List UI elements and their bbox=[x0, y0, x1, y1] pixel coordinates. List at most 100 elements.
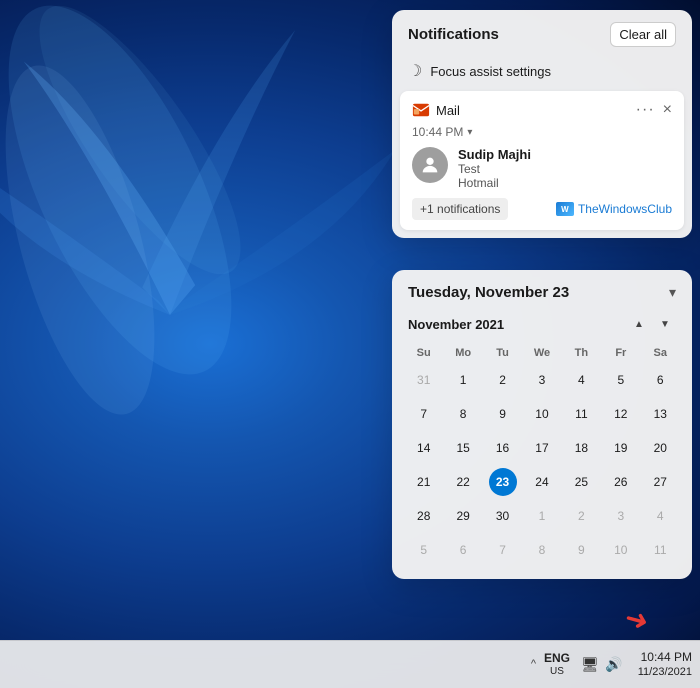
calendar-day-cell[interactable]: 13 bbox=[641, 397, 680, 431]
calendar-day-cell[interactable]: 6 bbox=[641, 363, 680, 397]
watermark-icon: W bbox=[556, 202, 574, 216]
calendar-day-cell[interactable]: 8 bbox=[443, 397, 482, 431]
calendar-day-cell[interactable]: 2 bbox=[562, 499, 601, 533]
notification-panel: Notifications Clear all ☽ Focus assist s… bbox=[392, 10, 692, 238]
calendar-date-title: Tuesday, November 23 bbox=[408, 284, 569, 301]
calendar-month-title: November 2021 bbox=[408, 317, 504, 332]
time-chevron-icon[interactable]: ▾ bbox=[467, 127, 472, 138]
notification-time-row: 10:44 PM ▾ bbox=[412, 125, 672, 139]
calendar-day-cell[interactable]: 18 bbox=[562, 431, 601, 465]
notification-time: 10:44 PM bbox=[412, 125, 463, 139]
sender-name: Sudip Majhi bbox=[458, 147, 672, 162]
weekday-header-su: Su bbox=[404, 343, 443, 363]
notification-header: Notifications Clear all bbox=[392, 10, 692, 55]
calendar-day-cell[interactable]: 1 bbox=[443, 363, 482, 397]
moon-icon: ☽ bbox=[408, 61, 422, 81]
calendar-day-cell[interactable]: 11 bbox=[562, 397, 601, 431]
notification-content: Sudip Majhi Test Hotmail bbox=[412, 147, 672, 190]
calendar-week-row: 21222324252627 bbox=[404, 465, 680, 499]
taskbar: ^ ENG US 🖥 🔊 10:44 PM 11/23/2021 bbox=[0, 640, 700, 688]
calendar-day-cell[interactable]: 21 bbox=[404, 465, 443, 499]
calendar-day-cell[interactable]: 10 bbox=[522, 397, 561, 431]
calendar-day-cell[interactable]: 3 bbox=[522, 363, 561, 397]
watermark: W TheWindowsClub bbox=[556, 202, 672, 216]
calendar-day-cell[interactable]: 19 bbox=[601, 431, 640, 465]
app-name-label: Mail bbox=[436, 103, 460, 118]
calendar-chevron-icon: ▾ bbox=[669, 284, 676, 301]
card-actions: ··· × bbox=[636, 101, 672, 119]
notifications-title: Notifications bbox=[408, 26, 499, 43]
weekday-header-fr: Fr bbox=[601, 343, 640, 363]
language-code: ENG bbox=[544, 651, 570, 665]
calendar-day-cell[interactable]: 11 bbox=[641, 533, 680, 567]
weekday-header-tu: Tu bbox=[483, 343, 522, 363]
volume-icon[interactable]: 🔊 bbox=[604, 654, 624, 674]
calendar-day-cell[interactable]: 12 bbox=[601, 397, 640, 431]
calendar-day-cell[interactable]: 9 bbox=[562, 533, 601, 567]
calendar-day-cell[interactable]: 10 bbox=[601, 533, 640, 567]
mail-icon bbox=[412, 101, 430, 119]
calendar-navigation: ▲ ▼ bbox=[628, 313, 676, 335]
calendar-panel: Tuesday, November 23 ▾ November 2021 ▲ ▼… bbox=[392, 270, 692, 579]
weekday-header-mo: Mo bbox=[443, 343, 482, 363]
taskbar-system-icons: 🖥 🔊 bbox=[580, 654, 624, 674]
calendar-day-cell[interactable]: 1 bbox=[522, 499, 561, 533]
calendar-day-cell[interactable]: 24 bbox=[522, 465, 561, 499]
calendar-day-cell[interactable]: 16 bbox=[483, 431, 522, 465]
calendar-body: November 2021 ▲ ▼ SuMoTuWeThFrSa 3112345… bbox=[392, 313, 692, 579]
calendar-day-cell[interactable]: 31 bbox=[404, 363, 443, 397]
calendar-day-cell[interactable]: 17 bbox=[522, 431, 561, 465]
calendar-week-row: 14151617181920 bbox=[404, 431, 680, 465]
calendar-day-cell[interactable]: 7 bbox=[404, 397, 443, 431]
calendar-day-cell[interactable]: 8 bbox=[522, 533, 561, 567]
weekday-header-th: Th bbox=[562, 343, 601, 363]
calendar-day-cell[interactable]: 26 bbox=[601, 465, 640, 499]
email-source: Hotmail bbox=[458, 176, 672, 190]
calendar-day-cell[interactable]: 22 bbox=[443, 465, 482, 499]
calendar-next-button[interactable]: ▼ bbox=[654, 313, 676, 335]
calendar-day-cell[interactable]: 4 bbox=[562, 363, 601, 397]
calendar-day-cell[interactable]: 29 bbox=[443, 499, 482, 533]
calendar-day-cell[interactable]: 3 bbox=[601, 499, 640, 533]
calendar-week-row: 31123456 bbox=[404, 363, 680, 397]
calendar-day-cell[interactable]: 6 bbox=[443, 533, 482, 567]
calendar-prev-button[interactable]: ▲ bbox=[628, 313, 650, 335]
weekday-header-sa: Sa bbox=[641, 343, 680, 363]
clock-display[interactable]: 10:44 PM 11/23/2021 bbox=[634, 650, 692, 680]
weekday-header-we: We bbox=[522, 343, 561, 363]
close-notification-button[interactable]: × bbox=[663, 102, 672, 118]
calendar-day-cell[interactable]: 23 bbox=[483, 465, 522, 499]
more-options-button[interactable]: ··· bbox=[636, 101, 655, 119]
calendar-day-cell[interactable]: 4 bbox=[641, 499, 680, 533]
calendar-day-cell[interactable]: 28 bbox=[404, 499, 443, 533]
calendar-day-cell[interactable]: 5 bbox=[404, 533, 443, 567]
focus-assist-row[interactable]: ☽ Focus assist settings bbox=[392, 55, 692, 91]
calendar-day-cell[interactable]: 30 bbox=[483, 499, 522, 533]
calendar-day-cell[interactable]: 5 bbox=[601, 363, 640, 397]
calendar-month-row: November 2021 ▲ ▼ bbox=[404, 313, 680, 335]
network-icon[interactable]: 🖥 bbox=[580, 654, 600, 674]
taskbar-right-area: ^ ENG US 🖥 🔊 10:44 PM 11/23/2021 bbox=[531, 650, 692, 680]
watermark-text: TheWindowsClub bbox=[578, 202, 672, 216]
calendar-week-row: 78910111213 bbox=[404, 397, 680, 431]
notification-text: Sudip Majhi Test Hotmail bbox=[458, 147, 672, 190]
avatar bbox=[412, 147, 448, 183]
calendar-day-cell[interactable]: 20 bbox=[641, 431, 680, 465]
current-time: 10:44 PM bbox=[641, 650, 692, 666]
clear-all-button[interactable]: Clear all bbox=[610, 22, 676, 47]
calendar-day-cell[interactable]: 7 bbox=[483, 533, 522, 567]
calendar-day-cell[interactable]: 9 bbox=[483, 397, 522, 431]
focus-assist-label: Focus assist settings bbox=[430, 64, 551, 79]
calendar-day-cell[interactable]: 25 bbox=[562, 465, 601, 499]
calendar-day-cell[interactable]: 14 bbox=[404, 431, 443, 465]
calendar-day-cell[interactable]: 2 bbox=[483, 363, 522, 397]
card-header: Mail ··· × bbox=[412, 101, 672, 119]
more-notifications-button[interactable]: +1 notifications bbox=[412, 198, 508, 220]
calendar-day-cell[interactable]: 15 bbox=[443, 431, 482, 465]
mail-notification-card: Mail ··· × 10:44 PM ▾ Sudip Majhi Test H… bbox=[400, 91, 684, 230]
system-tray-expand-icon[interactable]: ^ bbox=[531, 658, 536, 670]
calendar-day-cell[interactable]: 27 bbox=[641, 465, 680, 499]
notification-footer: +1 notifications W TheWindowsClub bbox=[412, 198, 672, 220]
calendar-date-header[interactable]: Tuesday, November 23 ▾ bbox=[392, 270, 692, 313]
language-indicator[interactable]: ENG US bbox=[544, 651, 570, 677]
